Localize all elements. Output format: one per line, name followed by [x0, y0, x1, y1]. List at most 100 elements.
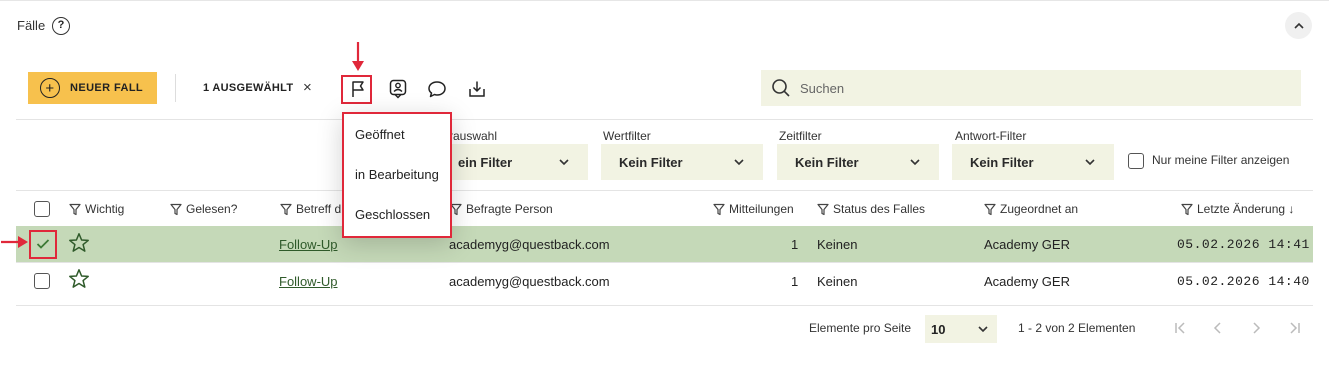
column-label: Mitteilungen — [729, 202, 794, 216]
last-page-icon[interactable] — [1286, 320, 1302, 336]
chevron-down-icon — [734, 159, 744, 166]
changed-cell: 05.02.2026 14:40 — [1177, 274, 1310, 289]
filter-icon — [817, 203, 829, 215]
only-mine-label: Nur meine Filter anzeigen — [1152, 153, 1290, 167]
chevron-down-icon — [910, 159, 920, 166]
chevron-down-icon — [978, 326, 988, 333]
chevron-up-icon — [1293, 22, 1304, 29]
selection-count: 1 AUSGEWÄHLT — [203, 82, 294, 94]
menu-item-in-progress[interactable]: in Bearbeitung — [355, 167, 439, 182]
check-icon — [36, 238, 49, 249]
status-cell: Keinen — [817, 274, 858, 289]
filter-select-3[interactable]: Kein Filter — [777, 144, 939, 180]
toolbar-bottom-divider — [16, 119, 1313, 120]
column-label: Letzte Änderung ↓ — [1197, 202, 1295, 216]
previous-page-icon[interactable] — [1210, 320, 1226, 336]
changed-cell: 05.02.2026 14:41 — [1177, 237, 1310, 252]
next-page-icon[interactable] — [1248, 320, 1264, 336]
column-header-important[interactable]: Wichtig — [69, 202, 124, 216]
column-label: Status des Falles — [833, 202, 926, 216]
badge-person-icon — [389, 79, 407, 99]
search-input[interactable] — [800, 80, 1200, 96]
annotation-arrow-down — [352, 42, 364, 71]
status-cell: Keinen — [817, 237, 858, 252]
filter-label-1: rauswahl — [449, 129, 498, 143]
column-header-assigned[interactable]: Zugeordnet an — [984, 202, 1078, 216]
comment-button[interactable] — [426, 78, 448, 100]
assign-button[interactable] — [387, 78, 409, 100]
important-star-button[interactable] — [68, 232, 90, 254]
column-label: Betreff d — [296, 202, 342, 216]
column-header-read[interactable]: Gelesen? — [170, 202, 237, 216]
filter-label-2: Wertfilter — [603, 129, 651, 143]
export-button[interactable] — [466, 78, 488, 100]
annotation-arrow-right — [1, 236, 28, 248]
menu-item-closed[interactable]: Geschlossen — [355, 207, 430, 222]
column-label: Zugeordnet an — [1000, 202, 1079, 216]
filter-icon — [69, 203, 81, 215]
first-page-icon[interactable] — [1173, 320, 1189, 336]
column-header-subject[interactable]: Betreff d — [280, 202, 341, 216]
column-label: Gelesen? — [186, 202, 238, 216]
search-icon — [772, 79, 790, 97]
filter-value-1: ein Filter — [458, 154, 513, 170]
flag-highlight-box — [341, 75, 372, 104]
person-cell: academyg@questback.com — [449, 237, 610, 252]
important-star-button[interactable] — [68, 268, 90, 290]
per-page-value: 10 — [931, 321, 946, 337]
new-case-button[interactable]: + NEUER FALL — [28, 72, 157, 104]
messages-cell: 1 — [791, 274, 799, 289]
menu-item-opened[interactable]: Geöffnet — [355, 127, 405, 142]
only-mine-checkbox[interactable] — [1128, 153, 1144, 169]
column-header-person[interactable]: Befragte Person — [450, 202, 553, 216]
filters-bottom-divider — [16, 190, 1313, 191]
star-icon — [69, 233, 89, 252]
messages-cell: 1 — [791, 237, 799, 252]
select-all-checkbox[interactable] — [34, 201, 50, 217]
chevron-down-icon — [1085, 159, 1095, 166]
subject-link[interactable]: Follow-Up — [279, 274, 338, 289]
filter-value-3: Kein Filter — [795, 154, 859, 170]
per-page-select[interactable]: 10 — [925, 315, 997, 343]
table-row[interactable] — [16, 226, 1313, 262]
filter-value-4: Kein Filter — [970, 154, 1034, 170]
table-row[interactable] — [16, 263, 1313, 299]
help-icon[interactable]: ? — [52, 17, 70, 35]
star-icon — [69, 269, 89, 288]
clear-selection-icon[interactable]: × — [303, 80, 312, 95]
column-header-status[interactable]: Status des Falles — [817, 202, 925, 216]
collapse-button[interactable] — [1285, 12, 1312, 39]
filter-label-3: Zeitfilter — [779, 129, 822, 143]
per-page-label: Elemente pro Seite — [809, 321, 912, 335]
row-checkbox-checked[interactable] — [34, 235, 51, 252]
chat-bubble-icon — [428, 81, 446, 98]
column-label: Wichtig — [85, 202, 125, 216]
toolbar-divider — [175, 74, 176, 102]
page-title: Fälle — [17, 18, 46, 33]
column-header-messages[interactable]: Mitteilungen — [713, 202, 794, 216]
filter-icon — [280, 203, 292, 215]
plus-circle-icon: + — [40, 78, 60, 98]
filter-select-1[interactable]: ein Filter — [440, 144, 588, 180]
table-bottom-divider — [16, 305, 1313, 306]
pagination-range: 1 - 2 von 2 Elementen — [1018, 321, 1136, 335]
filter-select-4[interactable]: Kein Filter — [952, 144, 1114, 180]
new-case-label: NEUER FALL — [70, 82, 144, 94]
filter-label-4: Antwort-Filter — [955, 129, 1027, 143]
assigned-cell: Academy GER — [984, 237, 1070, 252]
top-divider — [0, 0, 1329, 1]
column-label: Befragte Person — [466, 202, 553, 216]
filter-select-2[interactable]: Kein Filter — [601, 144, 763, 180]
assigned-cell: Academy GER — [984, 274, 1070, 289]
search-box[interactable] — [761, 70, 1301, 106]
column-header-changed[interactable]: Letzte Änderung ↓ — [1181, 202, 1294, 216]
person-cell: academyg@questback.com — [449, 274, 610, 289]
status-dropdown-menu: Geöffnet in Bearbeitung Geschlossen — [342, 112, 452, 238]
filter-icon — [1181, 203, 1193, 215]
filter-icon — [713, 203, 725, 215]
filter-icon — [170, 203, 182, 215]
chevron-down-icon — [559, 159, 569, 166]
subject-link[interactable]: Follow-Up — [279, 237, 338, 252]
row-checkbox[interactable] — [34, 273, 50, 289]
download-icon — [469, 81, 485, 97]
